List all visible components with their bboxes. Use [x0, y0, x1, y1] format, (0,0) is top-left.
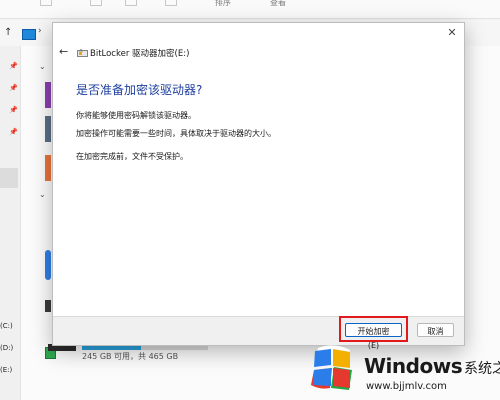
sidebar-drive-d[interactable]: (D:)	[0, 344, 13, 352]
back-arrow-icon[interactable]: ←	[59, 45, 68, 58]
sidebar-drive-c[interactable]: (C:)	[0, 322, 13, 330]
this-pc-icon	[22, 29, 36, 40]
folder-icon[interactable]	[45, 250, 51, 280]
cancel-button[interactable]: 取消	[417, 323, 454, 337]
close-icon[interactable]: ✕	[445, 26, 459, 40]
toolbar-icon[interactable]	[40, 0, 52, 6]
drive-free-space: 245 GB 可用，共 465 GB	[82, 352, 179, 361]
view-button-label[interactable]: 查看	[270, 0, 286, 8]
pin-icon: 📌	[9, 84, 18, 92]
sidebar-drive-e[interactable]: (E:)	[0, 366, 12, 374]
folder-icon[interactable]	[45, 116, 51, 142]
up-arrow-icon[interactable]: ↑	[4, 27, 12, 38]
watermark-url: www.bjjmlv.com	[366, 381, 447, 392]
watermark: Windows 系统之家 www.bjjmlv.com	[304, 340, 500, 400]
chevron-right-icon[interactable]: ›	[38, 26, 42, 36]
dialog-title: BitLocker 驱动器加密(E:)	[90, 49, 190, 59]
sidebar-selected-item[interactable]	[0, 168, 18, 188]
bitlocker-drive-icon	[77, 49, 88, 57]
toolbar-icon[interactable]	[125, 0, 137, 6]
watermark-brand-cn: 系统之家	[464, 361, 500, 377]
watermark-brand: Windows	[364, 354, 463, 378]
explorer-toolbar: 排序 查看	[0, 0, 500, 19]
drive-icon[interactable]	[45, 300, 51, 312]
bitlocker-dialog: ✕ ← BitLocker 驱动器加密(E:) 是否准备加密该驱动器? 你将能够…	[52, 22, 465, 350]
toolbar-icon[interactable]	[90, 0, 102, 6]
windows-logo-icon	[311, 345, 352, 390]
dialog-text-warning: 在加密完成前，文件不受保护。	[76, 152, 188, 161]
chevron-down-icon[interactable]: ⌄	[39, 62, 46, 71]
folder-icon[interactable]	[45, 82, 51, 108]
folder-icon[interactable]	[45, 155, 51, 181]
pin-icon: 📌	[9, 106, 18, 114]
start-encryption-button[interactable]: 开始加密(E)	[345, 323, 402, 350]
chevron-down-icon[interactable]: ⌄	[39, 190, 46, 199]
pin-icon: 📌	[9, 62, 18, 70]
dialog-text-duration: 加密操作可能需要一些时间，具体取决于驱动器的大小。	[76, 129, 276, 138]
toolbar-icon[interactable]	[165, 0, 177, 6]
pin-icon: 📌	[9, 128, 18, 136]
dialog-heading: 是否准备加密该驱动器?	[76, 83, 203, 97]
sort-button-label[interactable]: 排序	[215, 0, 231, 8]
dialog-text-unlock: 你将能够使用密码解锁该驱动器。	[76, 111, 196, 120]
